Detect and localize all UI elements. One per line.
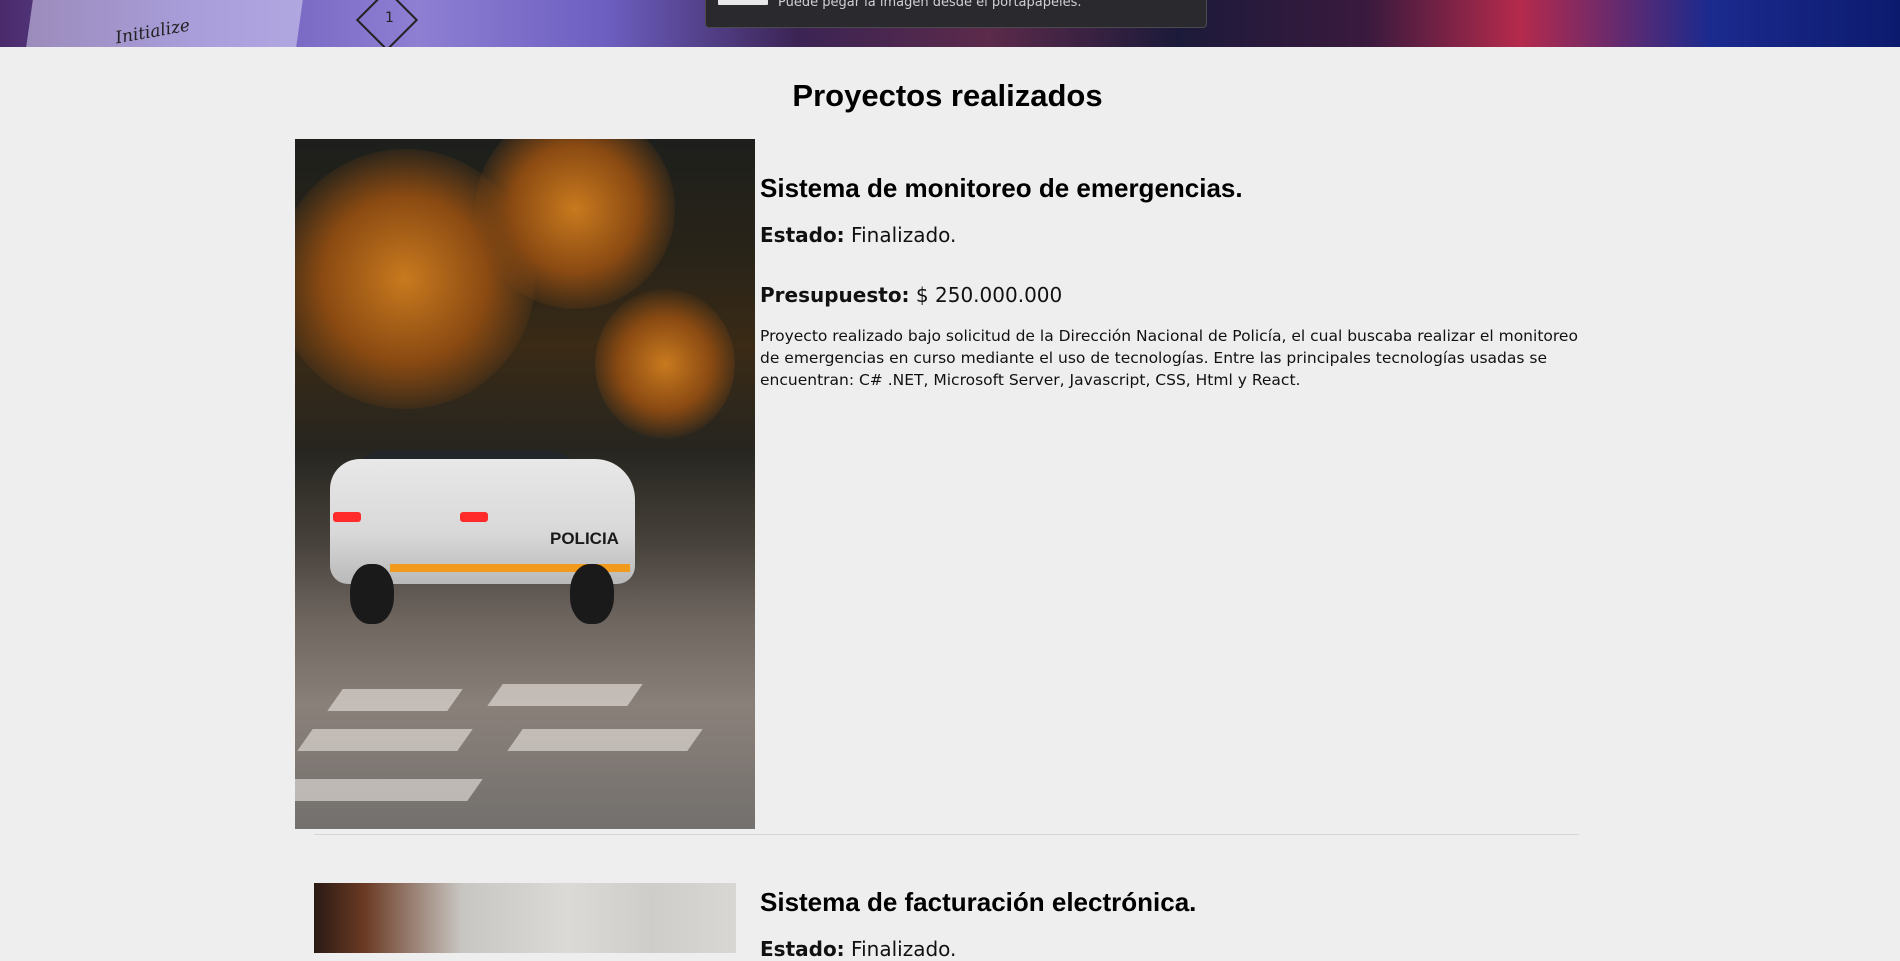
crosswalk-stripe: [327, 689, 463, 711]
crosswalk-stripe: [297, 729, 473, 751]
crosswalk-stripe: [507, 729, 703, 751]
status-value: Finalizado.: [851, 937, 957, 961]
toast-message: Puede pegar la imagen desde el portapape…: [778, 0, 1082, 10]
project-divider: [314, 834, 1579, 835]
car-label: POLICIA: [550, 529, 619, 548]
project-image-police-car: POLICIA: [295, 139, 755, 829]
status-value: Finalizado.: [851, 223, 957, 247]
project-status: Estado: Finalizado.: [760, 937, 956, 961]
project-budget: Presupuesto: $ 250.000.000: [760, 283, 1062, 307]
budget-value: $ 250.000.000: [915, 283, 1063, 307]
project-title: Sistema de facturación electrónica.: [760, 887, 1197, 917]
crosswalk-stripe: [295, 779, 483, 801]
car-taillight: [460, 512, 488, 522]
car-wheel: [570, 564, 614, 624]
project-status: Estado: Finalizado.: [760, 223, 956, 247]
page-title: Proyectos realizados: [792, 78, 1103, 113]
status-label: Estado:: [760, 223, 845, 247]
project-description: Proyecto realizado bajo solicitud de la …: [760, 327, 1578, 389]
car-taillight: [333, 512, 361, 522]
status-label: Estado:: [760, 937, 845, 961]
project-image-invoice: [314, 883, 736, 953]
paste-notification-toast[interactable]: Puede pegar la imagen desde el portapape…: [705, 0, 1207, 28]
image-tree-foliage: [595, 289, 735, 439]
crosswalk-stripe: [487, 684, 643, 706]
budget-label: Presupuesto:: [760, 283, 910, 307]
hero-diamond-label: 1: [385, 10, 394, 26]
project-title: Sistema de monitoreo de emergencias.: [760, 173, 1243, 203]
toast-thumbnail: [718, 0, 768, 5]
car-wheel: [350, 564, 394, 624]
